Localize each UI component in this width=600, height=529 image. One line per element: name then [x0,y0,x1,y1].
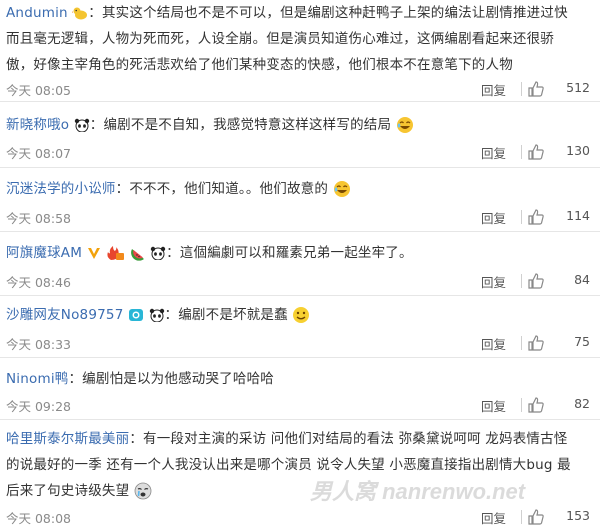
comment-timestamp: 今天 08:46 [6,275,71,290]
divider [521,82,522,96]
reply-button[interactable]: 回复 [481,396,506,415]
duck-badge-icon [72,6,88,20]
thumbs-up-icon[interactable] [527,208,545,226]
comment-timestamp: 今天 08:08 [6,511,71,526]
comment-text: 编剧不是坏就是蠢 [178,307,288,323]
flame-badge-icon [105,245,125,261]
thumbs-up-icon[interactable] [527,143,545,161]
thumbs-up-icon[interactable] [527,272,545,290]
like-count: 84 [574,272,590,287]
comment-item: 阿旗魔球AM ：這個編劇可以和羅素兄弟一起坐牢了。 今天 08:46 回复 84 [0,232,600,296]
comment-username[interactable]: Andumin [6,5,68,21]
divider [521,510,522,524]
divider [521,210,522,224]
reply-button[interactable]: 回复 [481,508,506,527]
comment-text: 编剧不是不自知，我感觉特意这样这样写的结局 [103,117,392,133]
panda-badge-icon [149,308,165,322]
camera-badge-icon [128,307,144,323]
like-count: 114 [566,208,590,223]
comment-timestamp: 今天 08:58 [6,211,71,226]
comment-text: 這個編劇可以和羅素兄弟一起坐牢了。 [179,245,413,261]
watermark: 男人窝 nanrenwo.net [310,479,526,504]
comment-timestamp: 今天 08:07 [6,146,71,161]
comment-text: 后来了句史诗级失望 [6,483,130,499]
divider [521,145,522,159]
watermelon-badge-icon [130,245,146,261]
thumbs-up-icon[interactable] [527,396,545,414]
comment-username[interactable]: 哈里斯泰尔斯最美丽 [6,431,129,447]
like-count: 130 [566,143,590,158]
comment-item: 沉迷法学的小讼师：不不不，他们知道。。他们故意的 今天 08:58 回复 114 [0,168,600,232]
comment-item: 沙雕网友No89757 ：编剧不是坏就是蠢 今天 08:33 回复 75 [0,296,600,358]
crying-emoji-icon [134,482,152,500]
thumbs-up-icon[interactable] [527,334,545,352]
comment-timestamp: 今天 08:33 [6,337,71,352]
reply-button[interactable]: 回复 [481,208,506,227]
comment-timestamp: 今天 08:05 [6,83,71,98]
comment-text: 的说最好的一季 还有一个人我没认出来是哪个演员 说令人失望 小恶魔直接指出剧情大… [6,457,571,473]
divider [521,336,522,350]
reply-button[interactable]: 回复 [481,80,506,99]
like-count: 153 [566,508,590,523]
laughing-emoji-icon [396,116,414,134]
smile-emoji-icon [292,306,310,324]
like-count: 512 [566,80,590,95]
reply-button[interactable]: 回复 [481,334,506,353]
comment-username[interactable]: 阿旗魔球AM [6,245,82,261]
comment-username[interactable]: Ninomi鸭 [6,371,68,387]
like-count: 82 [574,396,590,411]
comment-text: 而且毫无逻辑，人物为死而死，人设全崩。但是演员知道伤心难过，这俩编剧看起来还很骄 [6,31,554,47]
comment-text: 有一段对主演的采访 问他们对结局的看法 弥桑黛说呵呵 龙妈表情古怪 [143,431,568,447]
comment-username[interactable]: 新晓称哦o [6,117,69,133]
divider [521,398,522,412]
panda-badge-icon [150,246,166,260]
comment-text: 傲，好像主宰角色的死活悲欢给了他们某种变态的快感，他们根本不在意笔下的人物 [6,57,513,73]
panda-badge-icon [74,118,90,132]
reply-button[interactable]: 回复 [481,143,506,162]
comment-item: Andumin ：其实这个结局也不是不可以，但是编剧这种赶鸭子上架的编法让剧情推… [0,0,600,102]
comment-text: 其实这个结局也不是不可以，但是编剧这种赶鸭子上架的编法让剧情推进过快 [101,5,568,21]
comment-username[interactable]: 沉迷法学的小讼师 [6,181,116,197]
thumbs-up-icon[interactable] [527,508,545,526]
comment-text: 编剧怕是以为他感动哭了哈哈哈 [82,371,274,387]
laughing-emoji-icon [333,180,351,198]
divider [521,274,522,288]
comment-timestamp: 今天 09:28 [6,399,71,414]
v-badge-icon [87,246,101,260]
thumbs-up-icon[interactable] [527,80,545,98]
comment-item: 新晓称哦o ：编剧不是不自知，我感觉特意这样这样写的结局 今天 08:07 回复… [0,102,600,168]
comment-item: Ninomi鸭：编剧怕是以为他感动哭了哈哈哈 今天 09:28 回复 82 [0,358,600,420]
comment-text: 不不不，他们知道。。他们故意的 [129,181,329,197]
comment-username[interactable]: 沙雕网友No89757 [6,307,124,323]
reply-button[interactable]: 回复 [481,272,506,291]
like-count: 75 [574,334,590,349]
